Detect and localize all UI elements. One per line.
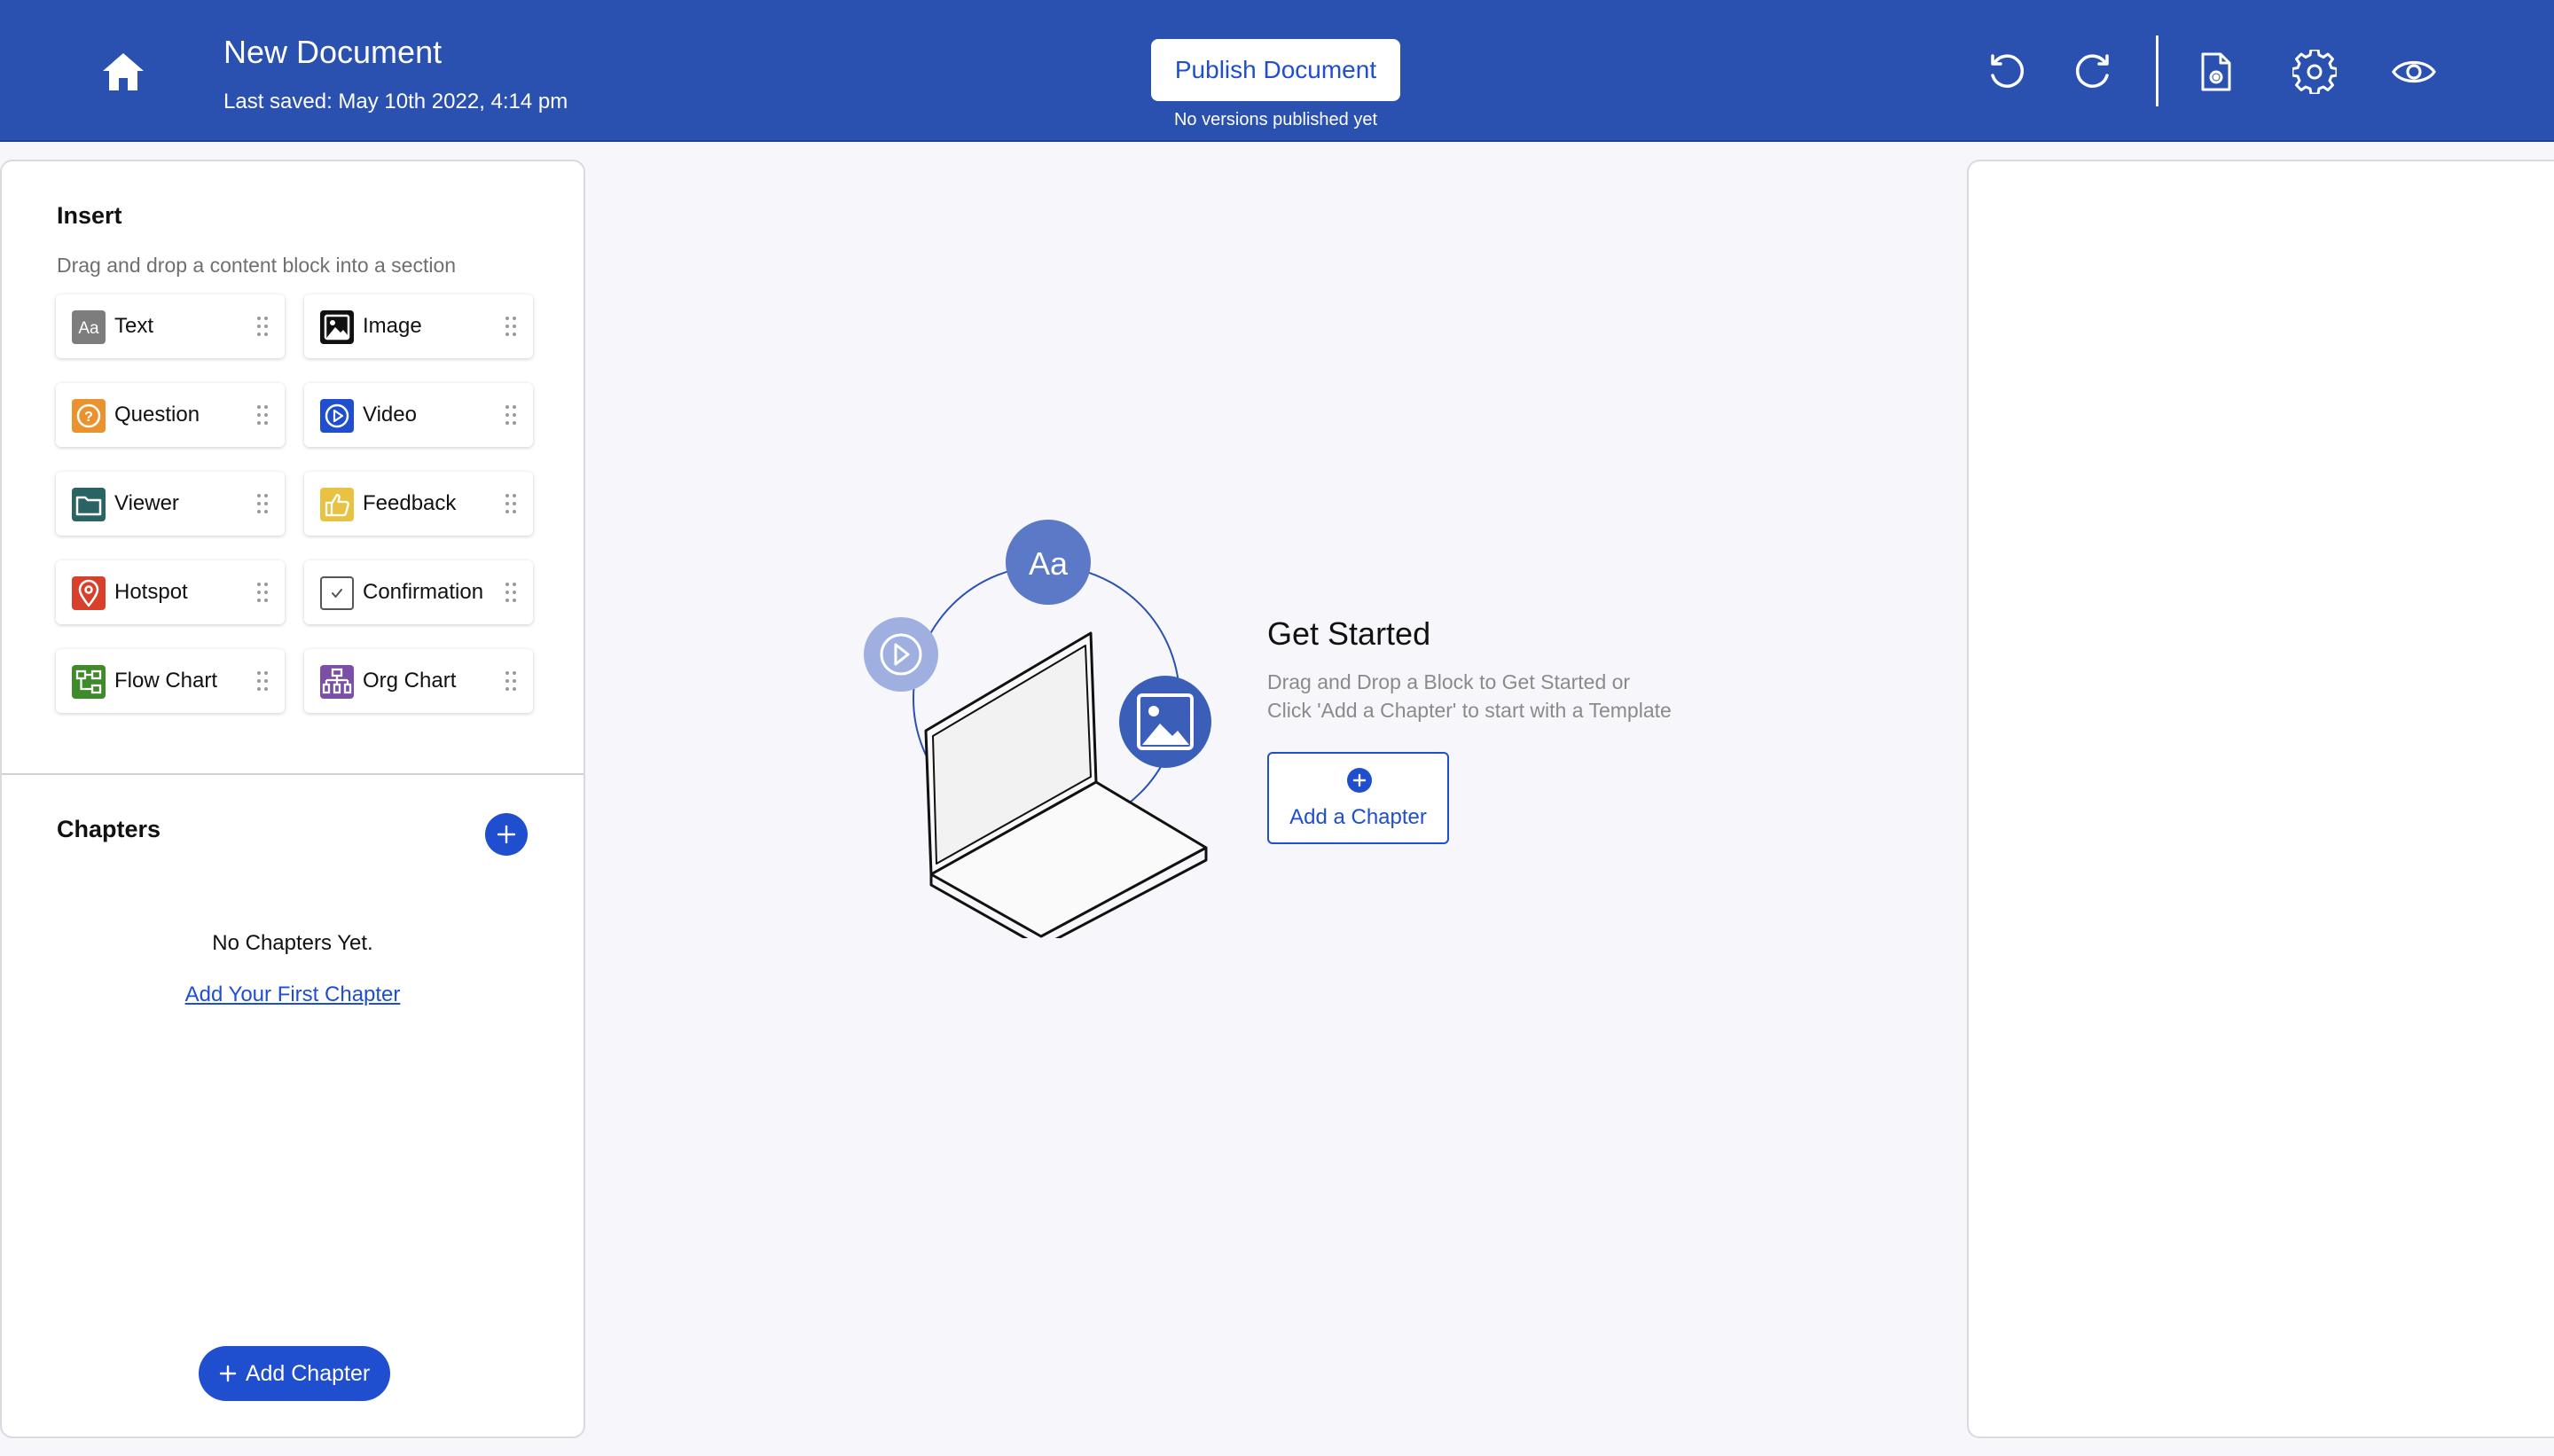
video-icon [320, 399, 354, 433]
drag-handle-icon[interactable] [256, 670, 269, 692]
thumbs-up-icon [320, 488, 354, 521]
get-started-illustration: Aa [864, 520, 1211, 938]
flow-chart-icon [72, 665, 106, 699]
svg-text:?: ? [84, 410, 93, 425]
question-icon: ? [72, 399, 106, 433]
add-chapter-icon-button[interactable] [485, 813, 528, 856]
add-a-chapter-button[interactable]: Add a Chapter [1267, 752, 1449, 844]
block-viewer[interactable]: Viewer [56, 472, 285, 536]
block-label: Feedback [363, 491, 457, 515]
text-icon: Aa [72, 310, 106, 344]
block-org-chart[interactable]: Org Chart [304, 649, 533, 713]
panel-divider [2, 773, 584, 775]
block-label: Text [114, 314, 154, 338]
drag-handle-icon[interactable] [505, 582, 517, 603]
add-chapter-button[interactable]: Add Chapter [199, 1346, 390, 1401]
publish-status-text: No versions published yet [1173, 110, 1377, 129]
block-flow-chart[interactable]: Flow Chart [56, 649, 285, 713]
block-confirmation[interactable]: Confirmation [304, 560, 533, 624]
get-started-description-2: Click 'Add a Chapter' to start with a Te… [1267, 699, 1672, 722]
svg-text:Aa: Aa [78, 319, 99, 338]
drag-handle-icon[interactable] [256, 582, 269, 603]
empty-chapters-text: No Chapters Yet. [212, 931, 373, 955]
gear-icon [2292, 50, 2337, 94]
document-settings-icon [2201, 52, 2231, 91]
top-bar: New Document Last saved: May 10th 2022, … [0, 0, 2554, 142]
image-badge-icon [1119, 676, 1211, 768]
plus-icon [1347, 768, 1372, 793]
get-started-description-1: Drag and Drop a Block to Get Started or [1267, 670, 1631, 693]
block-text[interactable]: Aa Text [56, 294, 285, 358]
block-label: Image [363, 314, 422, 338]
publish-document-button[interactable]: Publish Document [1151, 39, 1400, 101]
block-image[interactable]: Image [304, 294, 533, 358]
block-label: Viewer [114, 491, 179, 515]
checkbox-icon [320, 576, 354, 610]
video-badge-icon [864, 617, 938, 692]
home-icon [103, 53, 144, 90]
preview-button[interactable] [2387, 46, 2440, 98]
drag-handle-icon[interactable] [256, 404, 269, 426]
block-label: Flow Chart [114, 669, 218, 693]
right-panel [1967, 160, 2554, 1438]
last-saved-text: Last saved: May 10th 2022, 4:14 pm [223, 90, 568, 114]
chapters-title: Chapters [57, 816, 161, 842]
redo-button[interactable] [2066, 46, 2119, 98]
home-button[interactable] [99, 50, 147, 94]
block-hotspot[interactable]: Hotspot [56, 560, 285, 624]
block-feedback[interactable]: Feedback [304, 472, 533, 536]
plus-icon [219, 1365, 237, 1382]
block-label: Video [363, 403, 417, 427]
add-first-chapter-link[interactable]: Add Your First Chapter [2, 982, 584, 1007]
drag-handle-icon[interactable] [256, 316, 269, 337]
block-label: Org Chart [363, 669, 457, 693]
folder-icon [72, 488, 106, 521]
toolbar-divider [2156, 35, 2158, 106]
drag-handle-icon[interactable] [505, 493, 517, 514]
block-question[interactable]: ? Question [56, 383, 285, 447]
insert-subtitle: Drag and drop a content block into a sec… [57, 254, 457, 277]
settings-button[interactable] [2288, 46, 2341, 98]
undo-button[interactable] [1980, 46, 2033, 98]
redo-icon [2075, 54, 2109, 88]
location-pin-icon [72, 576, 106, 610]
block-label: Hotspot [114, 580, 188, 604]
document-title[interactable]: New Document [223, 34, 442, 71]
left-panel: Insert Drag and drop a content block int… [0, 160, 585, 1438]
block-label: Question [114, 403, 200, 427]
insert-title: Insert [57, 202, 122, 229]
image-icon [320, 310, 354, 344]
get-started-title: Get Started [1267, 615, 1431, 652]
eye-icon [2392, 60, 2436, 83]
add-chapter-label: Add Chapter [245, 1360, 371, 1386]
add-a-chapter-label: Add a Chapter [1289, 805, 1427, 829]
block-video[interactable]: Video [304, 383, 533, 447]
block-label: Confirmation [363, 580, 484, 604]
drag-handle-icon[interactable] [256, 493, 269, 514]
document-settings-button[interactable] [2190, 46, 2244, 98]
svg-text:Aa: Aa [1029, 545, 1069, 582]
plus-icon [497, 825, 516, 844]
drag-handle-icon[interactable] [505, 404, 517, 426]
drag-handle-icon[interactable] [505, 316, 517, 337]
drag-handle-icon[interactable] [505, 670, 517, 692]
undo-icon [1991, 54, 2025, 88]
text-badge-icon: Aa [1006, 520, 1091, 605]
org-chart-icon [320, 665, 354, 699]
